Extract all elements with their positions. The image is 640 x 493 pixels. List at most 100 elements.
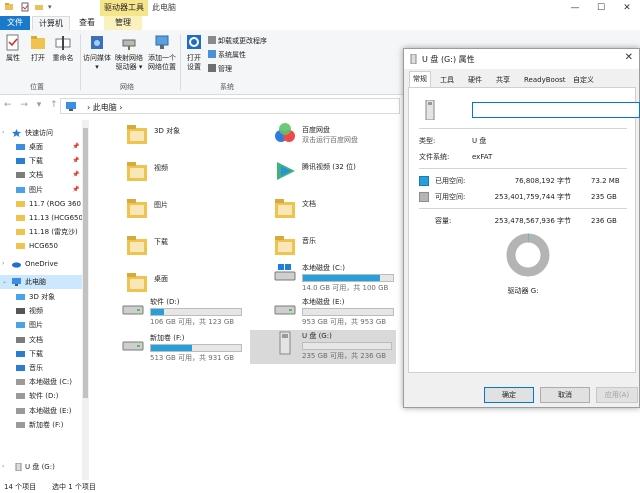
folder-name: 桌面 [154,275,168,283]
nav-this-pc[interactable]: ⌄ 此电脑 [0,275,82,289]
apply-button[interactable]: 应用(A) [596,387,638,403]
dialog-close-button[interactable]: ✕ [625,52,633,63]
properties-button[interactable]: 属性 [3,34,23,63]
open-settings-button[interactable]: 打开 设置 [182,34,206,72]
collapse-icon: ⌄ [2,278,8,285]
folder-name: 3D 对象 [154,127,181,135]
nav-pc-item[interactable]: 新加卷 (F:) [0,418,82,432]
uninstall-program-button[interactable]: 卸载或更改程序 [208,36,267,46]
properties-quick-icon[interactable] [20,2,30,12]
nav-scrollbar-thumb[interactable] [83,128,88,398]
network-drive-icon [122,39,136,50]
nav-pc-item[interactable]: 图片 [0,318,82,332]
add-network-location-button[interactable]: 添加一个 网络位置 [146,34,178,72]
system-properties-button[interactable]: 系统属性 [208,50,246,60]
nav-quick-item[interactable]: 11.13 (HCG650 [0,211,82,225]
3d-objects-icon [16,294,25,300]
drive-tile[interactable]: 本地磁盘 (E:) 953 GB 可用，共 953 GB [274,296,399,326]
nav-pc-item[interactable]: 3D 对象 [0,290,82,304]
pin-icon[interactable]: 📌 [72,154,79,168]
drive-icon [16,379,25,386]
manage-icon [208,64,216,72]
divider [419,128,627,129]
tab-file[interactable]: 文件 [0,16,30,30]
maximize-button[interactable]: ☐ [588,0,614,16]
nav-quick-item[interactable]: HCG650 [0,239,82,253]
tab-view[interactable]: 查看 [72,16,102,30]
folder-tile[interactable]: 下载 [126,233,256,267]
divider [419,168,627,169]
folder-icon [16,200,25,207]
manage-button[interactable]: 管理 [208,64,232,74]
pin-icon[interactable]: 📌 [72,168,79,182]
minimize-button[interactable]: — [562,0,588,16]
folder-name: 图片 [154,201,168,209]
nav-pc-item[interactable]: 音乐 [0,361,82,375]
item-tile[interactable]: 腾讯视频 (32 位) [274,159,399,193]
hard-drive-icon [274,305,296,315]
usb-drive-icon [15,463,22,471]
folder-icon [16,243,25,250]
network-location-icon [155,35,169,49]
new-folder-quick-icon[interactable] [34,2,44,12]
tab-readyboost[interactable]: ReadyBoost [521,73,569,87]
drive-tile[interactable]: U 盘 (G:) 235 GB 可用，共 236 GB [250,330,396,364]
nav-pc-item[interactable]: 文档 [0,333,82,347]
tab-customize[interactable]: 自定义 [570,73,597,87]
app-icon [5,3,13,10]
quick-access-dropdown-icon[interactable]: ▾ [48,2,58,12]
nav-pc-item[interactable]: 下载 [0,347,82,361]
nav-pc-item[interactable]: 本地磁盘 (C:) [0,375,82,389]
item-name: 文档 [302,200,316,208]
nav-onedrive[interactable]: › OneDrive [0,257,82,271]
system-group-label: 系统 [220,83,234,91]
nav-quick-item[interactable]: 11.18 (雷克沙) [0,225,82,239]
folder-tile[interactable]: 视频 [126,159,256,193]
address-field[interactable]: › 此电脑 › [60,98,400,114]
open-button[interactable]: 打开 [27,34,49,63]
pin-icon[interactable]: 📌 [72,183,79,197]
item-tile[interactable]: 百度网盘 双击运行百度网盘 [274,122,399,156]
map-network-drive-button[interactable]: 映射网络 驱动器 ▾ [114,34,144,72]
nav-scrollbar[interactable] [82,120,89,480]
nav-quick-item[interactable]: 11.7 (ROG 360 [0,197,82,211]
nav-pc-item[interactable]: 本地磁盘 (E:) [0,404,82,418]
cancel-button[interactable]: 取消 [540,387,590,403]
tab-general[interactable]: 常规 [409,71,431,88]
nav-buttons[interactable]: ← → ▾ ↑ [4,100,61,110]
nav-quick-access[interactable]: › 快速访问 [0,126,82,140]
nav-pc-item[interactable]: 软件 (D:) [0,389,82,403]
nav-pc-item[interactable]: 视频 [0,304,82,318]
folder-icon [16,215,25,221]
nav-quick-item[interactable]: 下载 📌 [0,154,82,168]
ribbon-divider [180,34,181,90]
close-button[interactable]: ✕ [614,0,640,16]
nav-item-label: 图片 [29,185,43,194]
tab-hardware[interactable]: 硬件 [465,73,485,87]
download-icon [16,158,25,165]
tab-tools[interactable]: 工具 [437,73,457,87]
rename-button[interactable]: 重命名 [51,34,75,63]
nav-usb-drive[interactable]: › U 盘 (G:) [0,460,82,474]
drive-tile[interactable]: 新加卷 (F:) 513 GB 可用，共 931 GB [122,332,247,362]
pin-icon[interactable]: 📌 [72,140,79,154]
tab-manage[interactable]: 管理 [104,16,142,30]
nav-quick-item[interactable]: 图片 📌 [0,183,82,197]
drive-tile[interactable]: 本地磁盘 (C:) 14.0 GB 可用，共 100 GB [274,262,399,292]
tab-sharing[interactable]: 共享 [493,73,513,87]
tab-computer[interactable]: 计算机 [32,16,70,30]
nav-item-label: 桌面 [29,143,43,151]
dialog-title-bar: U 盘 (G:) 属性 ✕ [404,49,639,69]
nav-quick-item[interactable]: 文档 📌 [0,168,82,182]
folder-tile[interactable]: 3D 对象 [126,122,256,156]
ok-button[interactable]: 确定 [484,387,534,403]
drive-usage-fill [303,275,381,281]
access-media-button[interactable]: 访问媒体 ▾ [82,34,112,72]
folder-tile[interactable]: 图片 [126,196,256,230]
item-tile[interactable]: 文档 [274,196,399,230]
used-space-swatch [419,176,429,186]
nav-quick-item[interactable]: 桌面 📌 [0,140,82,154]
drive-tile[interactable]: 软件 (D:) 106 GB 可用，共 123 GB [122,296,247,326]
capacity-size: 236 GB [591,217,617,225]
volume-label-input[interactable] [472,102,640,118]
